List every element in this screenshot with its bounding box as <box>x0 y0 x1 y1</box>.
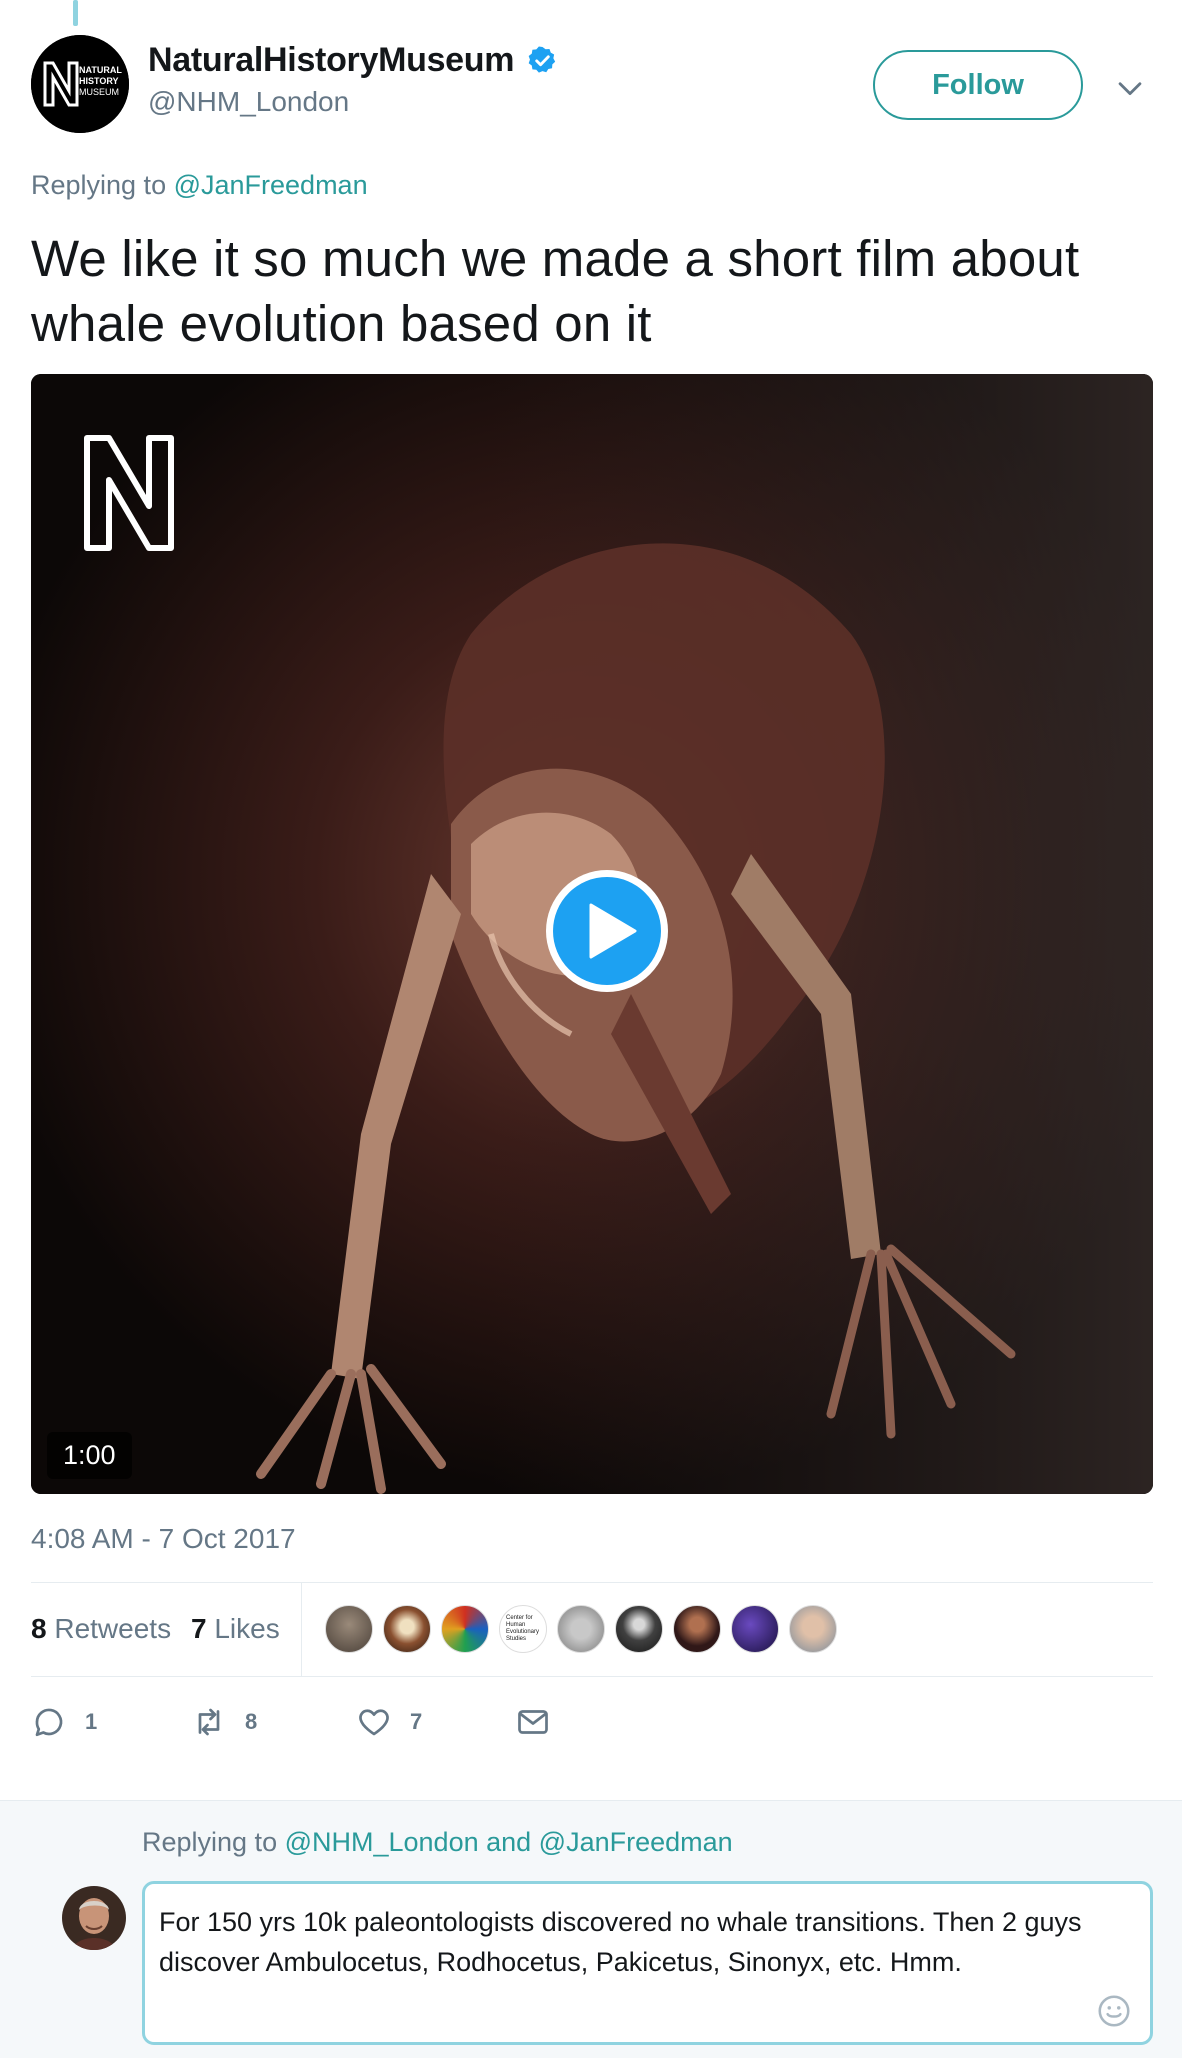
thread-connector-line <box>73 0 78 26</box>
emoji-icon[interactable] <box>1095 1992 1133 2030</box>
play-button-circle <box>553 877 661 985</box>
liker-avatar[interactable] <box>673 1605 721 1653</box>
likes-label: Likes <box>206 1613 280 1644</box>
nhm-logo-icon <box>84 435 174 551</box>
logo-text-3: MUSEUM <box>79 87 119 97</box>
likes-stat[interactable]: 7 Likes <box>191 1613 280 1645</box>
reply-text-field[interactable]: For 150 yrs 10k paleontologists discover… <box>142 1881 1153 2045</box>
tweet-stats: 8 Retweets 7 Likes Center for Human Evol… <box>31 1583 1153 1677</box>
divider <box>31 1676 1153 1677</box>
reply-icon <box>35 1708 63 1737</box>
envelope-icon <box>518 1710 548 1734</box>
logo-text-1: NATURAL <box>79 65 122 75</box>
replying-to-line: Replying to @JanFreedman <box>31 170 368 201</box>
replying-prefix: Replying to <box>31 170 174 200</box>
reply-draft-text[interactable]: For 150 yrs 10k paleontologists discover… <box>159 1902 1119 1982</box>
liker-avatar[interactable] <box>441 1605 489 1653</box>
author-display-name[interactable]: NaturalHistoryMuseum <box>148 41 515 80</box>
reply-count: 1 <box>85 1709 98 1734</box>
reply-recipient-link[interactable]: @JanFreedman <box>539 1827 733 1857</box>
author-avatar[interactable]: NATURAL HISTORY MUSEUM <box>31 35 129 133</box>
retweet-icon <box>198 1708 220 1736</box>
liker-avatar[interactable] <box>557 1605 605 1653</box>
tweet-actions: 1 8 7 <box>31 1700 731 1744</box>
retweets-label: Retweets <box>46 1613 172 1644</box>
retweets-count: 8 <box>31 1613 47 1644</box>
liker-avatar[interactable] <box>325 1605 373 1653</box>
reply-recipients: Replying to @NHM_London and @JanFreedman <box>142 1827 733 1858</box>
tweet-timestamp[interactable]: 4:08 AM - 7 Oct 2017 <box>31 1523 296 1555</box>
retweets-stat[interactable]: 8 Retweets <box>31 1613 171 1645</box>
like-count: 7 <box>410 1709 423 1734</box>
liker-avatar[interactable]: Center for Human Evolutionary Studies <box>499 1605 547 1653</box>
liker-avatar[interactable] <box>731 1605 779 1653</box>
reply-action[interactable]: 1 <box>31 1700 97 1744</box>
liker-avatar[interactable] <box>789 1605 837 1653</box>
direct-message-action[interactable] <box>515 1700 551 1744</box>
reply-composer: Replying to @NHM_London and @JanFreedman… <box>0 1800 1182 2058</box>
liker-logo-text: Center for Human Evolutionary Studies <box>506 1615 540 1642</box>
likes-count: 7 <box>191 1613 207 1644</box>
like-action[interactable]: 7 <box>356 1700 422 1744</box>
tweet-header: NATURAL HISTORY MUSEUM NaturalHistoryMus… <box>31 35 1161 135</box>
reply-recipient-and[interactable]: and <box>479 1827 539 1857</box>
retweet-action[interactable]: 8 <box>191 1700 257 1744</box>
chevron-down-icon[interactable] <box>1113 71 1147 105</box>
user-avatar[interactable] <box>62 1886 126 1950</box>
tweet-text: We like it so much we made a short film … <box>31 230 1080 352</box>
reply-recipient-link[interactable]: @NHM_London <box>285 1827 479 1857</box>
verified-badge-icon <box>528 46 555 73</box>
heart-icon <box>359 1709 389 1736</box>
liker-avatar[interactable] <box>615 1605 663 1653</box>
author-name-block: NaturalHistoryMuseum @NHM_London <box>148 41 558 118</box>
stats-separator <box>301 1583 302 1677</box>
author-handle[interactable]: @NHM_London <box>148 86 558 118</box>
video-player[interactable]: 1:00 <box>31 374 1153 1494</box>
logo-text-2: HISTORY <box>79 76 119 86</box>
play-icon <box>589 903 637 959</box>
reply-prefix: Replying to <box>142 1827 285 1857</box>
liker-avatar[interactable] <box>383 1605 431 1653</box>
video-duration-badge: 1:00 <box>47 1432 132 1479</box>
retweet-count: 8 <box>245 1709 258 1734</box>
replying-to-link[interactable]: @JanFreedman <box>174 170 368 200</box>
play-button[interactable] <box>546 870 668 992</box>
follow-button[interactable]: Follow <box>873 50 1083 120</box>
